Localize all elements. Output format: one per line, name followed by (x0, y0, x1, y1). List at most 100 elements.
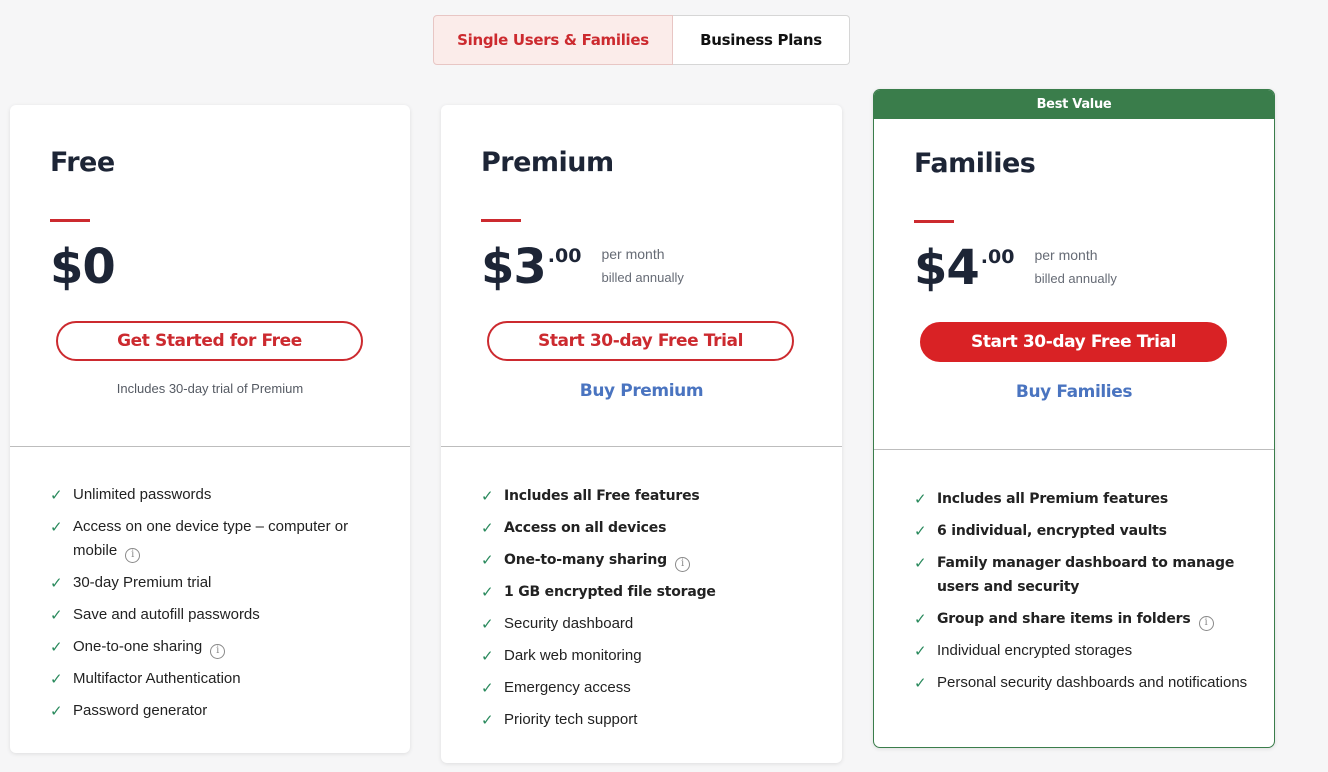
feature-item: ✓ Multifactor Authentication (50, 667, 390, 691)
feature-text: Unlimited passwords (73, 483, 211, 507)
feature-label: 30-day Premium trial (73, 574, 212, 591)
check-icon: ✓ (481, 487, 494, 505)
buy-premium-link[interactable]: Buy Premium (441, 381, 842, 401)
check-icon: ✓ (481, 711, 494, 729)
info-icon[interactable]: i (1198, 615, 1214, 631)
feature-list: ✓ Includes all Premium features ✓ 6 individ… (874, 450, 1274, 695)
feature-label: Security dashboard (504, 615, 634, 632)
feature-text: One-to-many sharing i (504, 548, 690, 572)
plan-card-header: Free $0 Get Started for Free Includes 30… (10, 105, 410, 446)
accent-rule (914, 220, 954, 223)
feature-text: Access on one device type – computer or … (73, 515, 390, 563)
feature-item: ✓ Security dashboard (481, 612, 822, 636)
feature-item: ✓ Group and share items in folders i (914, 607, 1254, 631)
plan-price: $4 .00 per month billed annually (914, 240, 1117, 296)
info-icon[interactable]: i (210, 643, 226, 659)
check-icon: ✓ (481, 551, 494, 569)
best-value-badge: Best Value (874, 90, 1274, 119)
feature-text: Priority tech support (504, 708, 637, 732)
feature-text: Includes all Free features (504, 484, 700, 508)
get-started-free-button[interactable]: Get Started for Free (56, 321, 363, 361)
plan-card-header: Premium $3 .00 per month billed annually… (441, 105, 842, 446)
feature-list: ✓ Unlimited passwords ✓ Access on one devic… (10, 447, 410, 723)
feature-item: ✓ Includes all Free features (481, 484, 822, 508)
check-icon: ✓ (914, 610, 927, 628)
feature-item: ✓ Access on all devices (481, 516, 822, 540)
plan-price: $0 (50, 239, 116, 295)
check-icon: ✓ (914, 522, 927, 540)
check-icon: ✓ (914, 554, 927, 572)
feature-label: Includes all Premium features (937, 491, 1168, 507)
plan-card-free: Free $0 Get Started for Free Includes 30… (10, 105, 410, 753)
check-icon: ✓ (481, 615, 494, 633)
feature-text: 6 individual, encrypted vaults (937, 519, 1167, 543)
feature-item: ✓ Priority tech support (481, 708, 822, 732)
feature-item: ✓ Save and autofill passwords (50, 603, 390, 627)
feature-label: Access on one device type – computer or … (73, 518, 349, 559)
feature-text: Dark web monitoring (504, 644, 642, 668)
feature-label: Unlimited passwords (73, 486, 212, 503)
check-icon: ✓ (481, 679, 494, 697)
feature-label: One-to-many sharing (504, 552, 667, 568)
info-icon[interactable]: i (674, 556, 690, 572)
price-period-label: per month (601, 246, 665, 262)
check-icon: ✓ (50, 702, 63, 720)
billing-label: billed annually (601, 270, 684, 285)
plan-name: Free (50, 147, 115, 178)
feature-item: ✓ 6 individual, encrypted vaults (914, 519, 1254, 543)
feature-label: Personal security dashboards and notific… (937, 674, 1248, 691)
feature-label: 1 GB encrypted file storage (504, 584, 716, 600)
plan-name: Families (914, 148, 1036, 179)
check-icon: ✓ (914, 674, 927, 692)
plan-card-premium: Premium $3 .00 per month billed annually… (441, 105, 842, 763)
feature-label: Save and autofill passwords (73, 606, 260, 623)
feature-text: Family manager dashboard to manage users… (937, 551, 1254, 599)
feature-item: ✓ One-to-many sharing i (481, 548, 822, 572)
feature-label: Password generator (73, 702, 208, 719)
check-icon: ✓ (481, 583, 494, 601)
check-icon: ✓ (50, 606, 63, 624)
plan-name: Premium (481, 147, 614, 178)
check-icon: ✓ (481, 647, 494, 665)
feature-item: ✓ Emergency access (481, 676, 822, 700)
price-period-label: per month (1034, 247, 1098, 263)
feature-text: Password generator (73, 699, 207, 723)
check-icon: ✓ (50, 486, 63, 504)
feature-text: Individual encrypted storages (937, 639, 1132, 663)
buy-families-link[interactable]: Buy Families (874, 382, 1274, 402)
check-icon: ✓ (914, 642, 927, 660)
check-icon: ✓ (50, 518, 63, 536)
tab-single-users-families[interactable]: Single Users & Families (433, 15, 673, 65)
price-period: per month billed annually (601, 243, 683, 289)
feature-item: ✓ Unlimited passwords (50, 483, 390, 507)
feature-item: ✓ Family manager dashboard to manage user… (914, 551, 1254, 599)
accent-rule (481, 219, 521, 222)
price-period: per month billed annually (1034, 244, 1116, 290)
feature-label: Priority tech support (504, 711, 638, 728)
feature-text: Multifactor Authentication (73, 667, 241, 691)
feature-text: Includes all Premium features (937, 487, 1168, 511)
feature-item: ✓ Password generator (50, 699, 390, 723)
feature-text: Access on all devices (504, 516, 666, 540)
feature-text: Security dashboard (504, 612, 633, 636)
feature-text: One-to-one sharing i (73, 635, 226, 659)
check-icon: ✓ (481, 519, 494, 537)
feature-label: Multifactor Authentication (73, 670, 241, 687)
info-icon[interactable]: i (125, 547, 141, 563)
trial-note: Includes 30-day trial of Premium (116, 381, 304, 396)
feature-item: ✓ One-to-one sharing i (50, 635, 390, 659)
feature-text: Save and autofill passwords (73, 603, 260, 627)
feature-label: Group and share items in folders (937, 611, 1191, 627)
feature-label: One-to-one sharing (73, 638, 203, 655)
start-trial-premium-button[interactable]: Start 30-day Free Trial (487, 321, 794, 361)
price-cents: .00 (547, 245, 582, 267)
start-trial-families-button[interactable]: Start 30-day Free Trial (920, 322, 1227, 362)
feature-item: ✓ 30-day Premium trial (50, 571, 390, 595)
price-amount: $3 (481, 239, 547, 295)
check-icon: ✓ (50, 574, 63, 592)
feature-label: Access on all devices (504, 520, 667, 536)
tab-business-plans[interactable]: Business Plans (673, 15, 850, 65)
feature-label: Emergency access (504, 679, 631, 696)
feature-text: Group and share items in folders i (937, 607, 1214, 631)
plan-type-tabs: Single Users & Families Business Plans (433, 15, 850, 65)
